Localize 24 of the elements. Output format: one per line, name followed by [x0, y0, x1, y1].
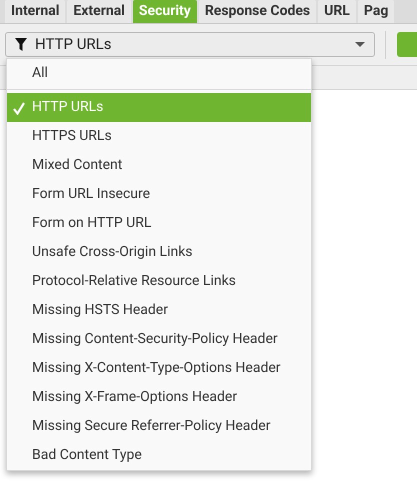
menu-item[interactable]: Missing Content-Security-Policy Header — [7, 325, 311, 354]
menu-item[interactable]: Protocol-Relative Resource Links — [7, 267, 311, 296]
caret-icon — [355, 42, 366, 47]
filter-dropdown[interactable]: HTTP URLs — [5, 32, 376, 57]
menu-item[interactable]: Form URL Insecure — [7, 180, 311, 209]
menu-item[interactable]: All — [7, 59, 311, 88]
menu-item[interactable]: Missing Secure Referrer-Policy Header — [7, 412, 311, 441]
tab[interactable]: Internal — [5, 0, 66, 23]
check-icon — [13, 102, 25, 115]
filter-icon — [15, 38, 27, 51]
tab[interactable]: External — [67, 0, 131, 23]
tab[interactable]: Response Codes — [198, 0, 316, 23]
menu-item[interactable]: Mixed Content — [7, 151, 311, 180]
tab[interactable]: Pag — [358, 0, 394, 23]
menu-item[interactable]: Unsafe Cross-Origin Links — [7, 238, 311, 267]
menu-item[interactable]: Missing HSTS Header — [7, 296, 311, 325]
menu-item[interactable]: HTTPS URLs — [7, 122, 311, 151]
menu-item[interactable]: Bad Content Type — [7, 441, 311, 470]
tab[interactable]: URL — [318, 0, 356, 23]
toolbar-button[interactable] — [397, 32, 417, 57]
menu-item[interactable]: Missing X-Frame-Options Header — [7, 383, 311, 412]
menu-item[interactable]: Missing X-Content-Type-Options Header — [7, 354, 311, 383]
filter-value: HTTP URLs — [35, 34, 112, 56]
menu-item[interactable]: Form on HTTP URL — [7, 209, 311, 238]
